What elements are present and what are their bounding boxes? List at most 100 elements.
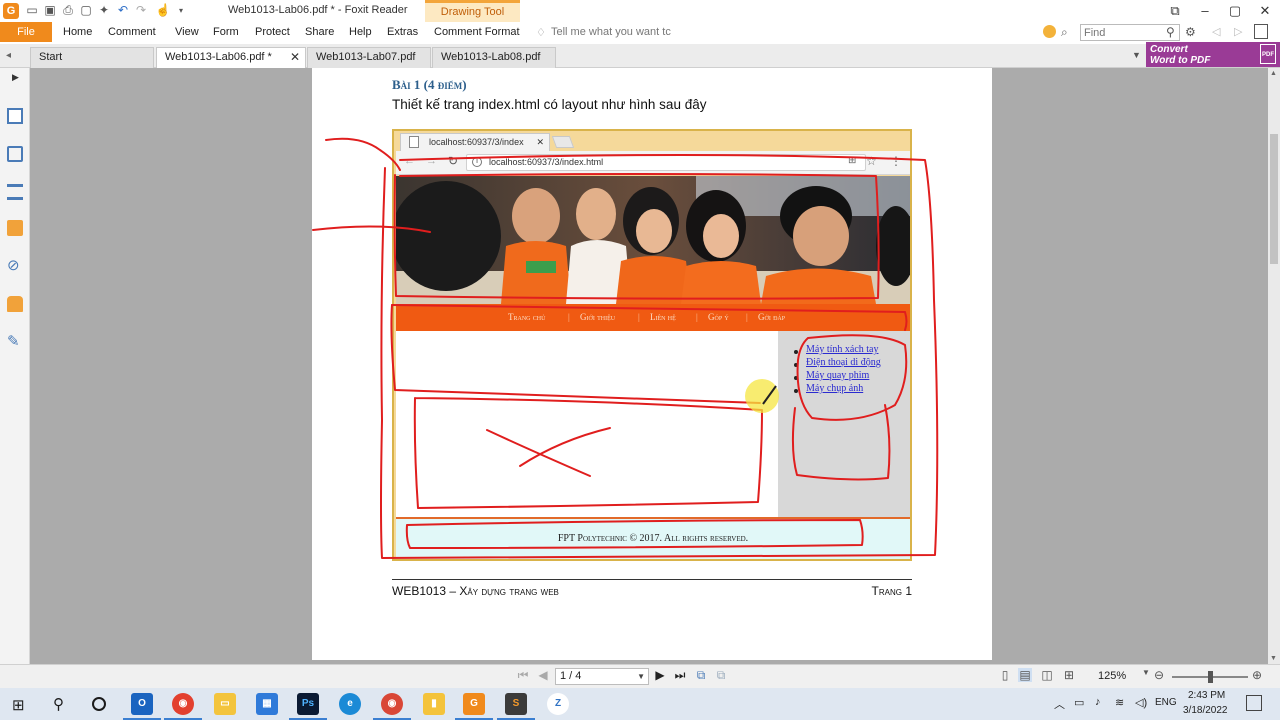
skin-icon[interactable]: [1043, 25, 1056, 38]
back-arrow-icon[interactable]: ◁: [1212, 25, 1220, 38]
single-page-icon[interactable]: ▯: [998, 668, 1012, 682]
bookmarks-icon[interactable]: [7, 184, 23, 200]
chevron-down-icon[interactable]: ▼: [637, 669, 645, 684]
menu-home[interactable]: Home: [63, 26, 92, 38]
sublime-text-icon[interactable]: S: [505, 693, 527, 715]
gear-icon[interactable]: ⚙: [1185, 25, 1196, 39]
file-menu[interactable]: File: [0, 22, 52, 42]
maximize-button[interactable]: ▢: [1225, 2, 1245, 20]
account-icon[interactable]: [1254, 24, 1268, 39]
windows-start-icon[interactable]: ⊞: [12, 696, 25, 714]
scroll-up-icon[interactable]: ▲: [1270, 70, 1277, 77]
next-page-icon[interactable]: ▶: [653, 668, 667, 682]
previous-view-icon[interactable]: ⧉: [694, 668, 708, 683]
first-page-icon[interactable]: ⏮: [516, 668, 530, 683]
hand-tool-icon[interactable]: ☝: [155, 3, 171, 18]
page-thumbnails-icon[interactable]: [7, 108, 23, 124]
sticky-notes-icon[interactable]: ▮: [423, 693, 445, 715]
wifi-icon[interactable]: ≋: [1115, 696, 1124, 709]
menu-help[interactable]: Help: [349, 26, 372, 38]
print-icon[interactable]: ⎙: [60, 3, 76, 18]
document-viewer[interactable]: Bài 1 (4 điểm) Thiết kế trang index.html…: [31, 68, 1268, 664]
search-icon[interactable]: ⚲: [1166, 25, 1175, 39]
notifications-icon[interactable]: [1246, 695, 1262, 711]
next-view-icon[interactable]: ⧉: [714, 668, 728, 683]
minimize-button[interactable]: –: [1195, 2, 1215, 20]
menu-view[interactable]: View: [175, 26, 199, 38]
edge-icon[interactable]: e: [339, 693, 361, 715]
sidebar-link: Điện thoại di động: [806, 357, 881, 368]
photoshop-icon[interactable]: Ps: [297, 693, 319, 715]
tabs-scroll-icon[interactable]: ◂: [6, 50, 11, 61]
outlook-icon[interactable]: O: [131, 693, 153, 715]
store-icon[interactable]: ▦: [256, 693, 278, 715]
continuous-page-icon[interactable]: ▤: [1018, 668, 1032, 682]
tab-web1013-lab08[interactable]: Web1013-Lab08.pdf: [432, 47, 556, 68]
menu-form[interactable]: Form: [213, 26, 239, 38]
language-indicator[interactable]: ENG: [1155, 697, 1177, 708]
convert-word-to-pdf-banner[interactable]: Convert Word to PDF PDF: [1146, 42, 1280, 67]
page-number-input[interactable]: 1 / 4 ▼: [555, 668, 649, 685]
menu-protect[interactable]: Protect: [255, 26, 290, 38]
lock-icon[interactable]: [7, 296, 23, 312]
expand-panel-icon[interactable]: ▶: [12, 72, 19, 83]
clock-date[interactable]: 3/18/2022: [1183, 705, 1228, 716]
file-explorer-icon[interactable]: ▭: [214, 693, 236, 715]
zoom-slider-thumb[interactable]: [1208, 671, 1213, 683]
attachment-icon[interactable]: ⊘: [7, 258, 23, 274]
zoom-dropdown-icon[interactable]: ▼: [1139, 668, 1153, 677]
tab-start[interactable]: Start: [30, 47, 154, 68]
close-tab-icon[interactable]: ✕: [290, 48, 300, 67]
vertical-scrollbar[interactable]: ▲ ▼: [1268, 68, 1280, 664]
customize-toolbar-icon[interactable]: ▾: [173, 3, 189, 18]
network-icon[interactable]: ▭: [1074, 696, 1084, 709]
layers-icon[interactable]: [7, 146, 23, 162]
chrome-icon[interactable]: ◉: [172, 693, 194, 715]
find-input[interactable]: [1080, 24, 1180, 41]
open-folder-icon[interactable]: ▭: [24, 3, 40, 18]
window-layout-icon[interactable]: ⧉: [1165, 2, 1185, 20]
menu-extras[interactable]: Extras: [387, 26, 418, 38]
menu-comment[interactable]: Comment: [108, 26, 156, 38]
foxit-logo-icon[interactable]: G: [3, 3, 19, 19]
previous-page-icon[interactable]: ◀: [536, 668, 550, 682]
volume-icon[interactable]: ◁): [1135, 696, 1147, 709]
cortana-icon[interactable]: [92, 697, 106, 711]
comments-icon[interactable]: [7, 220, 23, 236]
zalo-icon[interactable]: Z: [547, 693, 569, 715]
chrome-profile-icon[interactable]: ◉: [381, 693, 403, 715]
search-icon[interactable]: ⚲: [53, 695, 64, 713]
signature-icon[interactable]: ✎: [7, 334, 23, 350]
undo-icon[interactable]: ↶: [115, 3, 131, 18]
find-options-icon[interactable]: ⌕: [1061, 25, 1068, 40]
reload-icon: ↻: [448, 154, 459, 168]
tell-me-search[interactable]: Tell me what you want tc: [551, 26, 671, 38]
microphone-icon[interactable]: ♪: [1095, 696, 1101, 708]
new-document-icon[interactable]: ✦: [96, 3, 112, 18]
close-button[interactable]: ✕: [1255, 2, 1275, 20]
save-icon[interactable]: ▣: [42, 3, 58, 18]
continuous-facing-icon[interactable]: ⊞: [1062, 668, 1076, 682]
tab-web1013-lab06[interactable]: Web1013-Lab06.pdf * ✕: [156, 47, 306, 69]
forward-arrow-icon[interactable]: ▷: [1234, 25, 1242, 38]
foxit-reader-icon[interactable]: G: [463, 693, 485, 715]
scroll-down-icon[interactable]: ▼: [1270, 655, 1277, 662]
clock-time[interactable]: 2:43 PM: [1188, 690, 1225, 701]
tab-web1013-lab07[interactable]: Web1013-Lab07.pdf: [307, 47, 431, 68]
zoom-in-icon[interactable]: ⊕: [1250, 668, 1264, 682]
zoom-out-icon[interactable]: ⊖: [1152, 668, 1166, 682]
scrollbar-thumb[interactable]: [1270, 134, 1278, 264]
menu-share[interactable]: Share: [305, 26, 334, 38]
redo-icon[interactable]: ↷: [133, 3, 149, 18]
chevron-up-icon[interactable]: ︿: [1054, 696, 1065, 712]
page-footer-page-number: Trang 1: [871, 584, 912, 598]
drawing-tool-tab[interactable]: Drawing Tool: [425, 0, 520, 22]
figure-nav-item: Góp ý: [708, 312, 729, 322]
tab-label: Web1013-Lab07.pdf: [316, 51, 416, 63]
menu-comment-format[interactable]: Comment Format: [434, 26, 520, 38]
screenshot-icon[interactable]: ▢: [78, 3, 94, 18]
zoom-level[interactable]: 125%: [1098, 670, 1126, 682]
tab-list-icon[interactable]: ▼: [1132, 50, 1141, 60]
facing-page-icon[interactable]: ◫: [1040, 668, 1054, 682]
last-page-icon[interactable]: ⏭: [673, 668, 687, 683]
